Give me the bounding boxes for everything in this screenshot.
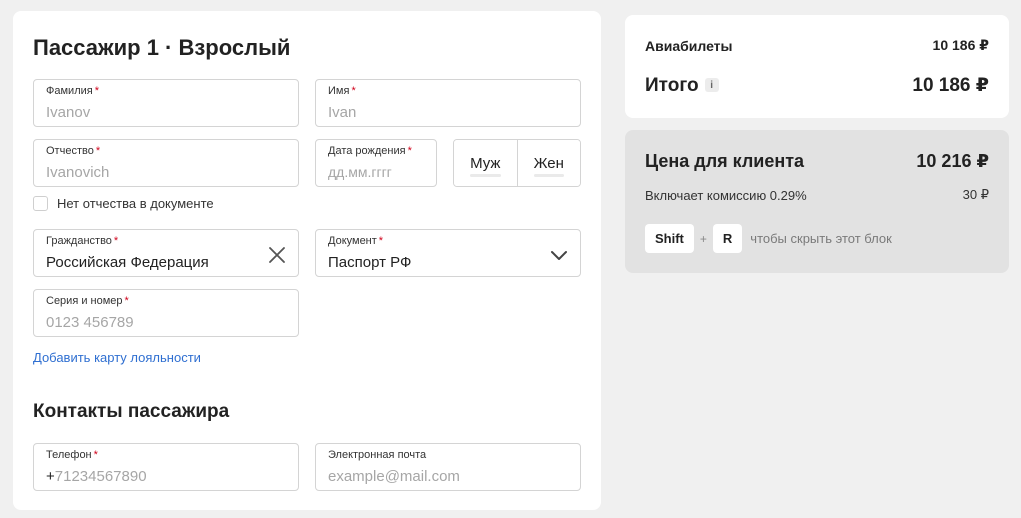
contacts-title: Контакты пассажира [33, 401, 230, 422]
firstname-placeholder: Ivan [328, 104, 357, 121]
commission-row: Включает комиссию 0.29% 30 ₽ [645, 187, 989, 203]
client-price-row: Цена для клиента 10 216 ₽ [645, 151, 989, 172]
email-placeholder: example@mail.com [328, 468, 460, 485]
lastname-field[interactable]: Фамилия * Ivanov [33, 79, 299, 127]
doc-number-placeholder: 0123 456789 [46, 314, 134, 331]
price-summary-card: Авиабилеты 10 186 ₽ Итого i 10 186 ₽ [625, 15, 1009, 118]
tickets-label: Авиабилеты [645, 37, 733, 54]
doc-number-field[interactable]: Серия и номер * 0123 456789 [33, 289, 299, 337]
tickets-row: Авиабилеты 10 186 ₽ [645, 37, 989, 54]
info-icon[interactable]: i [704, 78, 719, 93]
gender-female-label: Жен [533, 154, 564, 172]
commission-value: 30 ₽ [962, 187, 989, 202]
gender-male-option[interactable]: Муж [454, 140, 517, 186]
phone-field[interactable]: Телефон * +71234567890 [33, 443, 299, 491]
hide-shortcut-hint: Shift + R чтобы скрыть этот блок [645, 224, 892, 253]
email-label: Электронная почта [328, 449, 427, 461]
email-field[interactable]: Электронная почта example@mail.com [315, 443, 581, 491]
middlename-field[interactable]: Отчество * Ivanovich [33, 139, 299, 187]
passenger-form-card: Пассажир 1 · Взрослый Фамилия * Ivanov Им… [13, 11, 601, 510]
birthdate-field[interactable]: Дата рождения * дд.мм.гггг [315, 139, 437, 187]
firstname-field[interactable]: Имя * Ivan [315, 79, 581, 127]
citizenship-label: Гражданство * [46, 235, 119, 247]
document-select[interactable]: Документ * Паспорт РФ [315, 229, 581, 277]
client-price-label: Цена для клиента [645, 151, 805, 171]
gender-male-indicator [470, 174, 501, 177]
plus-sign: + [699, 231, 707, 246]
no-middlename-label[interactable]: Нет отчества в документе [57, 196, 214, 211]
doc-number-label: Серия и номер * [46, 295, 129, 307]
r-key: R [712, 224, 743, 253]
gender-male-label: Муж [470, 154, 501, 172]
gender-female-indicator [533, 174, 564, 177]
tickets-value: 10 186 ₽ [932, 37, 989, 53]
middlename-label: Отчество * [46, 145, 101, 157]
document-value: Паспорт РФ [328, 254, 412, 271]
middlename-placeholder: Ivanovich [46, 164, 110, 181]
firstname-label: Имя * [328, 85, 356, 97]
commission-label: Включает комиссию 0.29% [645, 187, 807, 203]
lastname-placeholder: Ivanov [46, 104, 91, 121]
passenger-title: Пассажир 1 · Взрослый [33, 35, 291, 60]
lastname-label: Фамилия * [46, 85, 99, 97]
total-label: Итого i [645, 75, 719, 97]
gender-female-option[interactable]: Жен [516, 140, 580, 186]
phone-label: Телефон * [46, 449, 98, 461]
client-price-value: 10 216 ₽ [916, 151, 989, 171]
shortcut-hint-text: чтобы скрыть этот блок [750, 231, 892, 246]
chevron-down-icon[interactable] [550, 246, 568, 264]
no-middlename-checkbox[interactable] [33, 196, 48, 211]
shift-key: Shift [645, 224, 694, 253]
citizenship-value: Российская Федерация [46, 254, 209, 271]
citizenship-field[interactable]: Гражданство * Российская Федерация [33, 229, 299, 277]
total-value: 10 186 ₽ [912, 75, 989, 96]
birthdate-label: Дата рождения * [328, 145, 412, 157]
total-row: Итого i 10 186 ₽ [645, 74, 989, 97]
gender-toggle: Муж Жен [453, 139, 581, 187]
birthdate-placeholder: дд.мм.гггг [328, 164, 392, 180]
no-middlename-row: Нет отчества в документе [33, 196, 214, 211]
clear-x-icon[interactable] [268, 246, 286, 264]
client-price-card: Цена для клиента 10 216 ₽ Включает комис… [625, 130, 1009, 273]
document-label: Документ * [328, 235, 384, 247]
add-loyalty-card-link[interactable]: Добавить карту лояльности [33, 350, 201, 365]
phone-placeholder: +71234567890 [46, 468, 147, 485]
